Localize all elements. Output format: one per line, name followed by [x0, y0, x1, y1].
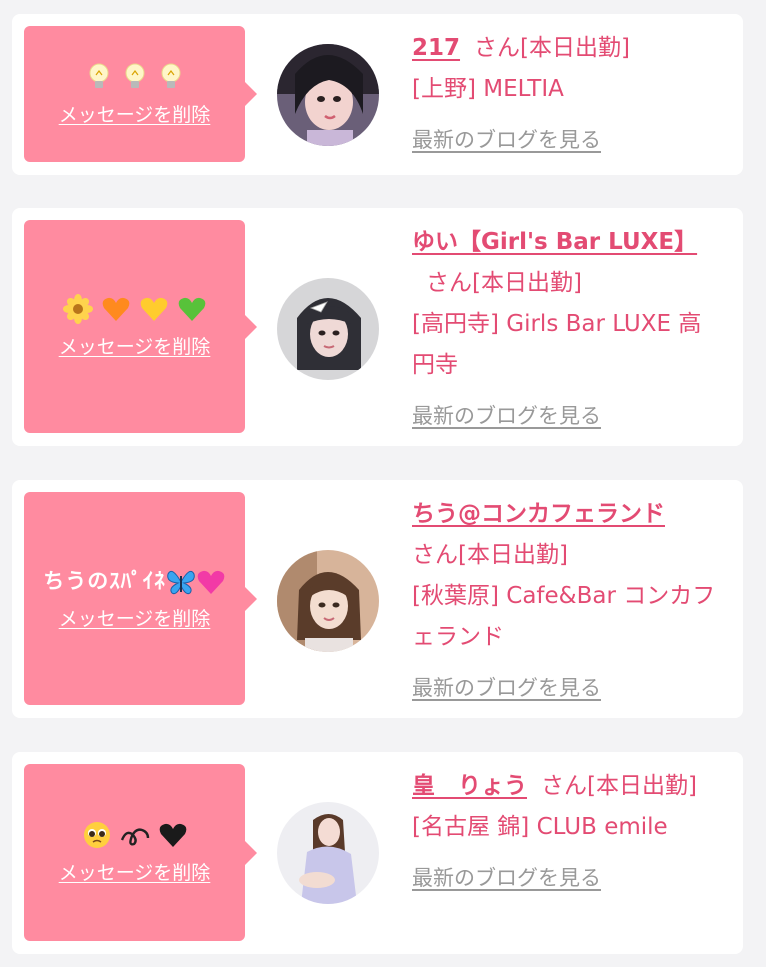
blog-link[interactable]: 最新のブログを見る [412, 120, 601, 161]
message-card: ちうのｽﾊﾟｲﾈ メッセージを削除 ちう@コンカフェランド さん[本日出勤] [… [12, 480, 743, 718]
green-heart-icon [178, 297, 205, 321]
profile-info: ちう@コンカフェランド さん[本日出勤] [秋葉原] Cafe&Bar コンカフ… [412, 494, 722, 709]
delete-message-link[interactable]: メッセージを削除 [59, 604, 211, 631]
message-text-label: ちうのｽﾊﾟｲﾈ [43, 569, 166, 593]
profile-name-link[interactable]: 217 [412, 35, 460, 61]
delete-message-link[interactable]: メッセージを削除 [59, 332, 211, 359]
flower-icon [62, 294, 93, 324]
pink-heart-icon [197, 570, 225, 594]
message-text [62, 294, 207, 324]
shop-text: [名古屋 錦] CLUB emile [412, 814, 668, 840]
blog-link[interactable]: 最新のブログを見る [412, 396, 601, 437]
profile-name-link[interactable]: ゆい【Girl's Bar LUXE】 [412, 229, 697, 255]
avatar[interactable] [277, 550, 379, 652]
status-text: さん[本日出勤] [474, 35, 630, 61]
orange-heart-icon [102, 297, 129, 321]
message-bubble: ちうのｽﾊﾟｲﾈ メッセージを削除 [24, 492, 257, 705]
shop-text: [高円寺] Girls Bar LUXE 高円寺 [412, 311, 702, 378]
curly-loop-icon [120, 828, 149, 846]
delete-message-link[interactable]: メッセージを削除 [59, 858, 211, 885]
lightbulb-icon [161, 63, 180, 88]
message-bubble: メッセージを削除 [24, 220, 257, 433]
pleading-face-icon [83, 822, 110, 848]
shop-text: [上野] MELTIA [412, 76, 564, 102]
status-text: さん[本日出勤] [541, 773, 697, 799]
message-card: メッセージを削除 217 さん[本日出勤] [上野] MELTIA 最新のブログを… [12, 14, 743, 175]
lightbulb-icon [125, 63, 144, 88]
message-list: メッセージを削除 217 さん[本日出勤] [上野] MELTIA 最新のブログを… [0, 0, 766, 967]
message-text [82, 820, 188, 850]
butterfly-icon [166, 570, 195, 595]
black-heart-icon [159, 823, 186, 847]
yellow-heart-icon [140, 297, 167, 321]
message-bubble: メッセージを削除 [24, 26, 257, 162]
delete-message-link[interactable]: メッセージを削除 [59, 100, 211, 127]
status-text: さん[本日出勤] [412, 542, 568, 568]
message-card: メッセージを削除 ゆい【Girl's Bar LUXE】さん[本日出勤] [高円… [12, 208, 743, 446]
avatar[interactable] [277, 802, 379, 904]
message-text: ちうのｽﾊﾟｲﾈ [43, 566, 226, 596]
profile-info: 217 さん[本日出勤] [上野] MELTIA 最新のブログを見る [412, 28, 722, 161]
message-text [85, 62, 185, 92]
status-text: さん[本日出勤] [426, 270, 582, 296]
shop-text: [秋葉原] Cafe&Bar コンカフェランド [412, 583, 716, 650]
profile-info: 皇 りょう さん[本日出勤] [名古屋 錦] CLUB emile 最新のブログを… [412, 766, 722, 899]
message-bubble: メッセージを削除 [24, 764, 257, 941]
profile-name-link[interactable]: ちう@コンカフェランド [412, 501, 665, 527]
lightbulb-icon [89, 63, 108, 88]
blog-link[interactable]: 最新のブログを見る [412, 668, 601, 709]
blog-link[interactable]: 最新のブログを見る [412, 858, 601, 899]
profile-name-link[interactable]: 皇 りょう [412, 773, 527, 799]
avatar[interactable] [277, 44, 379, 146]
avatar[interactable] [277, 278, 379, 380]
message-card: メッセージを削除 皇 りょう さん[本日出勤] [名古屋 錦] CLUB emil… [12, 752, 743, 954]
profile-info: ゆい【Girl's Bar LUXE】さん[本日出勤] [高円寺] Girls … [412, 222, 722, 437]
